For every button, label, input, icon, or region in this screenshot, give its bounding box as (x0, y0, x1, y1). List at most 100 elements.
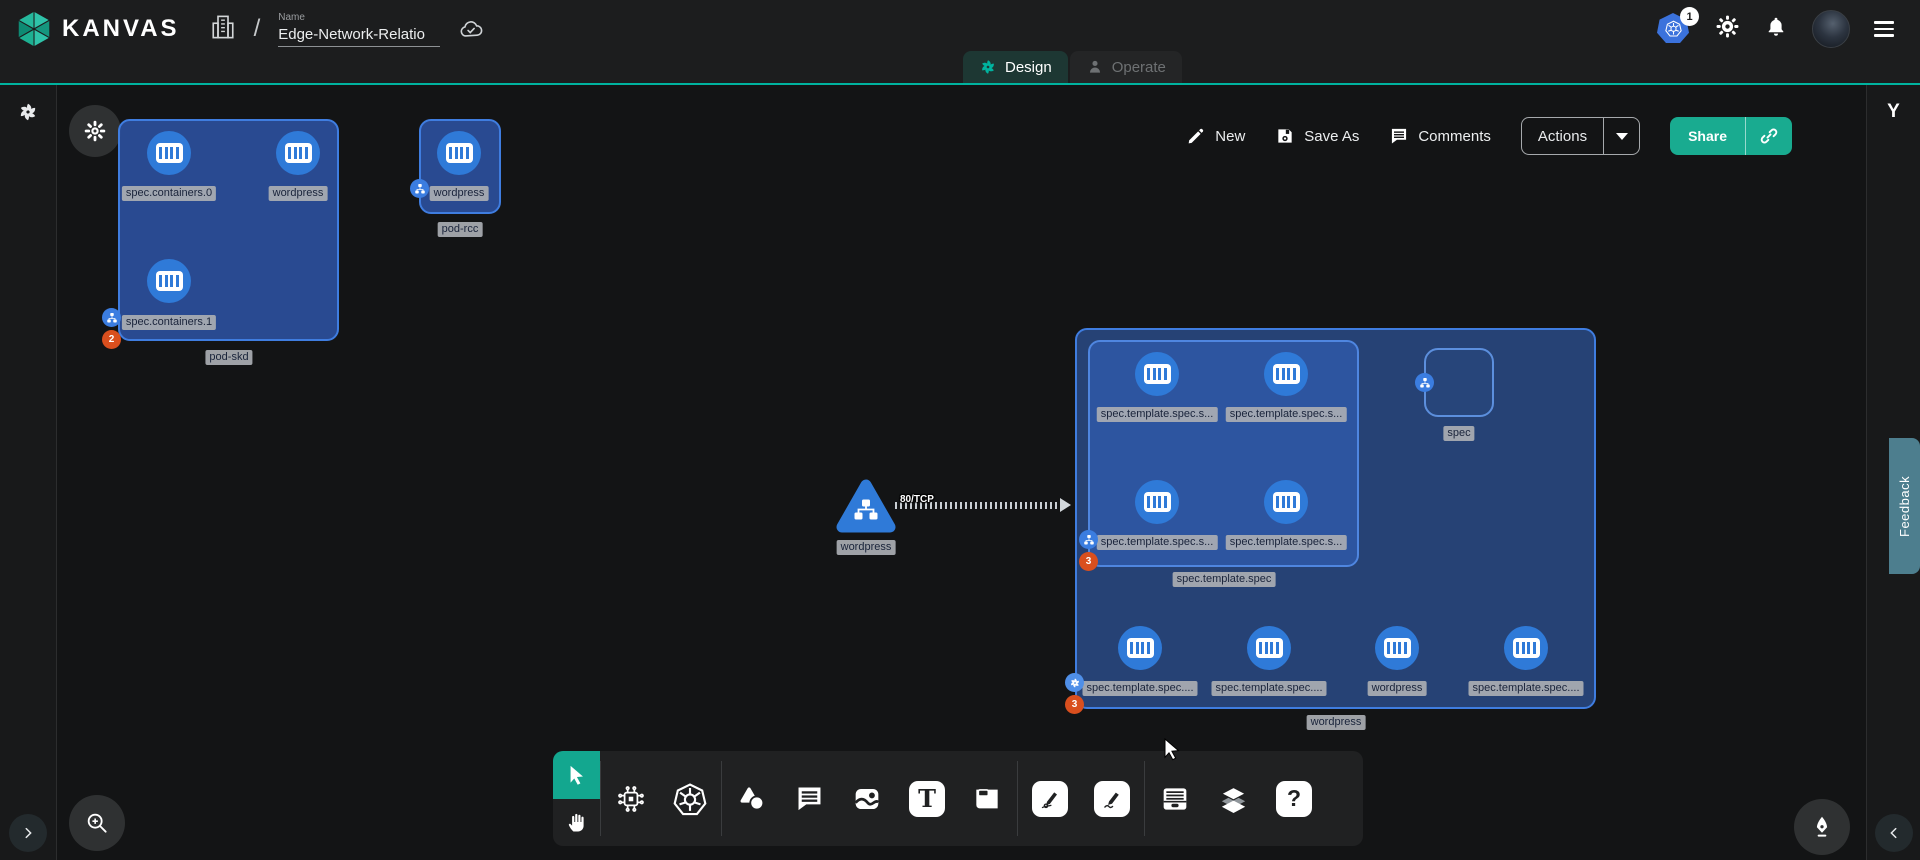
circuit-chip-icon (615, 783, 647, 815)
actions-caret[interactable] (1603, 118, 1639, 154)
tab-design[interactable]: Design (963, 51, 1068, 83)
container-node-spec-containers-1[interactable] (147, 259, 191, 303)
logo-text: KANVAS (62, 15, 180, 43)
pod-skd-sitemap-badge[interactable] (102, 308, 121, 327)
kanvas-hexagon-icon (16, 9, 52, 49)
circuit-components-tool[interactable] (615, 783, 647, 815)
image-icon (851, 783, 883, 815)
group-spec-template-spec[interactable] (1088, 340, 1359, 567)
whiteboarding-button[interactable] (1794, 799, 1850, 855)
user-avatar[interactable] (1812, 10, 1850, 48)
pen-tool[interactable] (1032, 781, 1068, 817)
design-name-input[interactable] (278, 25, 440, 47)
share-button[interactable]: Share (1670, 117, 1792, 155)
save-icon (1275, 126, 1295, 146)
deployment-count-badge[interactable]: 3 (1065, 695, 1084, 714)
zoom-button[interactable] (69, 795, 125, 851)
edge-port-label: 80/TCP (900, 494, 934, 505)
y-panel-icon[interactable]: Y (1887, 101, 1900, 123)
expand-left-panel-button[interactable] (9, 814, 47, 852)
kubernetes-components-tool[interactable] (673, 782, 707, 816)
shapes-icon (736, 783, 768, 815)
node-label: wordpress (1368, 681, 1427, 696)
service-node-wordpress[interactable] (835, 478, 897, 539)
header-right: 1 (1657, 8, 1894, 50)
design-spiral-icon (979, 58, 997, 76)
notifications-bell-icon[interactable] (1764, 15, 1788, 44)
image-tool[interactable] (851, 783, 883, 815)
template-group-sitemap-badge[interactable] (1079, 530, 1098, 549)
annotation-tools: T (722, 751, 1017, 846)
menu-hamburger-icon[interactable] (1874, 21, 1894, 37)
name-field-label: Name (278, 12, 440, 23)
kubernetes-wheel-icon (673, 782, 707, 816)
tab-operate-label: Operate (1112, 59, 1166, 76)
pod-rcc-sitemap-badge[interactable] (410, 179, 429, 198)
container-node[interactable] (1135, 480, 1179, 524)
pod-skd-count-badge[interactable]: 2 (102, 330, 121, 349)
group-label: pod-rcc (438, 222, 483, 237)
expand-right-panel-button[interactable] (1875, 814, 1913, 852)
drawing-tools (1018, 751, 1144, 846)
container-icon (1273, 364, 1300, 384)
feedback-tab[interactable]: Feedback (1889, 438, 1920, 574)
select-tool-button[interactable] (553, 751, 600, 799)
cloud-saved-icon (458, 17, 484, 48)
active-tab-underline (0, 83, 1920, 85)
container-node-wordpress[interactable] (437, 131, 481, 175)
save-as-label: Save As (1304, 128, 1359, 145)
container-node-wordpress[interactable] (276, 131, 320, 175)
node-label: spec.containers.0 (122, 186, 216, 201)
comment-annotation-tool[interactable] (794, 783, 825, 814)
container-icon (285, 143, 312, 163)
design-canvas[interactable]: New Save As Comments (57, 85, 1866, 860)
copy-link-button[interactable] (1746, 117, 1792, 155)
template-group-count-badge[interactable]: 3 (1079, 552, 1098, 571)
pan-tool-button[interactable] (553, 799, 600, 847)
container-node[interactable] (1264, 480, 1308, 524)
container-icon (1256, 638, 1283, 658)
container-node[interactable] (1375, 626, 1419, 670)
comments-button[interactable]: Comments (1389, 126, 1491, 146)
canvas-settings-button[interactable] (69, 105, 121, 157)
select-cursor-icon (566, 764, 588, 786)
tab-operate[interactable]: Operate (1070, 51, 1182, 83)
container-icon (156, 143, 183, 163)
layers-tool[interactable] (1217, 782, 1250, 815)
k8s-context-switcher[interactable]: 1 (1657, 13, 1691, 45)
node-label: wordpress (430, 186, 489, 201)
caret-down-icon (1616, 133, 1628, 140)
node-label: spec.containers.1 (122, 315, 216, 330)
container-node[interactable] (1504, 626, 1548, 670)
deployment-spiral-badge[interactable] (1065, 673, 1084, 692)
design-name-block: Name (278, 12, 440, 47)
save-as-button[interactable]: Save As (1275, 126, 1359, 146)
organization-icon[interactable] (208, 12, 238, 47)
text-tool[interactable]: T (909, 781, 945, 817)
spec-group-sitemap-badge[interactable] (1415, 373, 1434, 392)
actions-dropdown-button[interactable]: Actions (1521, 117, 1640, 155)
drawer-tool[interactable] (1159, 783, 1191, 815)
left-sidebar (0, 85, 57, 860)
container-icon (1273, 492, 1300, 512)
node-label: spec.template.spec.s... (1226, 407, 1347, 422)
header-bar: KANVAS / Name (0, 0, 1920, 85)
settings-gear-icon[interactable] (1715, 14, 1740, 44)
kanvas-logo[interactable]: KANVAS (16, 9, 180, 49)
container-node[interactable] (1135, 352, 1179, 396)
container-icon (1127, 638, 1154, 658)
share-label: Share (1670, 117, 1746, 155)
freehand-draw-tool[interactable] (1094, 781, 1130, 817)
container-node[interactable] (1247, 626, 1291, 670)
meshery-spiral-icon[interactable] (17, 101, 39, 128)
help-tool[interactable]: ? (1276, 781, 1312, 817)
frame-tool[interactable] (971, 783, 1003, 815)
container-node[interactable] (1264, 352, 1308, 396)
shapes-tool[interactable] (736, 783, 768, 815)
pen-icon (1038, 787, 1062, 811)
group-spec[interactable] (1424, 348, 1494, 417)
container-icon (156, 271, 183, 291)
container-node-spec-containers-0[interactable] (147, 131, 191, 175)
new-button[interactable]: New (1186, 126, 1245, 146)
container-node[interactable] (1118, 626, 1162, 670)
